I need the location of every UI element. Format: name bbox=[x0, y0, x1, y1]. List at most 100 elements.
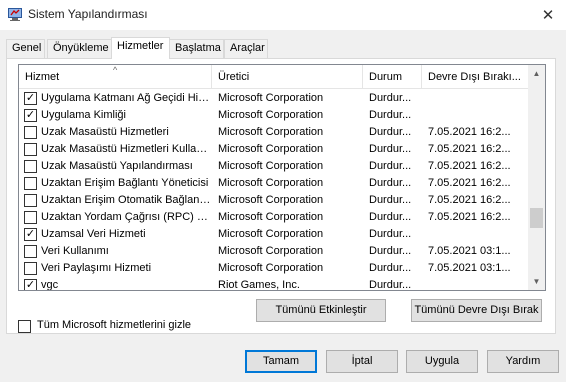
service-checkbox[interactable] bbox=[24, 143, 37, 156]
service-checkbox[interactable]: ✓ bbox=[24, 279, 37, 290]
close-button[interactable]: ✕ bbox=[530, 0, 566, 30]
disabled-date-cell: 7.05.2021 16:2... bbox=[428, 177, 511, 189]
table-row[interactable]: Uzaktan Erişim Bağlantı Yöneticisi Micros… bbox=[19, 175, 530, 192]
scroll-up-icon[interactable]: ▲ bbox=[528, 65, 545, 82]
dialog-body: Genel Önyükleme Hizmetler Başlatma Araçl… bbox=[0, 30, 566, 382]
service-name-cell: Uygulama Katmanı Ağ Geçidi Hiz... bbox=[41, 92, 211, 104]
column-header-service[interactable]: ^ Hizmet bbox=[19, 65, 212, 89]
manufacturer-cell: Microsoft Corporation bbox=[218, 143, 324, 155]
status-cell: Durdur... bbox=[369, 279, 412, 291]
service-checkbox[interactable] bbox=[24, 160, 37, 173]
table-row[interactable]: ✓ Uygulama Kimliği Microsoft Corporation Du… bbox=[19, 107, 530, 124]
enable-all-button[interactable]: Tümünü Etkinleştir bbox=[256, 299, 386, 322]
hide-microsoft-checkbox[interactable] bbox=[18, 320, 31, 333]
manufacturer-cell: Microsoft Corporation bbox=[218, 262, 324, 274]
service-checkbox[interactable]: ✓ bbox=[24, 228, 37, 241]
disabled-date-cell: 7.05.2021 16:2... bbox=[428, 194, 511, 206]
disable-all-button[interactable]: Tümünü Devre Dışı Bırak bbox=[411, 299, 542, 322]
table-row[interactable]: ✓ vgc Riot Games, Inc. Durdur... bbox=[19, 277, 530, 291]
status-cell: Durdur... bbox=[369, 262, 412, 274]
manufacturer-cell: Microsoft Corporation bbox=[218, 194, 324, 206]
services-panel: ^ Hizmet Üretici Durum Devre Dışı Bırakı… bbox=[6, 58, 556, 334]
ok-button[interactable]: Tamam bbox=[245, 350, 317, 373]
table-row[interactable]: ✓ Uygulama Katmanı Ağ Geçidi Hiz... Micros… bbox=[19, 90, 530, 107]
table-row[interactable]: Veri Paylaşımı Hizmeti Microsoft Corporat… bbox=[19, 260, 530, 277]
status-cell: Durdur... bbox=[369, 143, 412, 155]
sort-ascending-icon: ^ bbox=[113, 65, 118, 75]
disabled-date-cell: 7.05.2021 03:1... bbox=[428, 262, 511, 274]
status-cell: Durdur... bbox=[369, 109, 412, 121]
manufacturer-cell: Microsoft Corporation bbox=[218, 126, 324, 138]
service-name-cell: Uzak Masaüstü Hizmetleri Kullanı... bbox=[41, 143, 211, 155]
status-cell: Durdur... bbox=[369, 211, 412, 223]
table-row[interactable]: Veri Kullanımı Microsoft Corporation Durdu… bbox=[19, 243, 530, 260]
service-name-cell: Uzaktan Erişim Bağlantı Yöneticisi bbox=[41, 177, 209, 189]
disabled-date-cell: 7.05.2021 16:2... bbox=[428, 211, 511, 223]
service-checkbox[interactable] bbox=[24, 177, 37, 190]
manufacturer-cell: Microsoft Corporation bbox=[218, 109, 324, 121]
status-cell: Durdur... bbox=[369, 228, 412, 240]
column-header-disabled-date[interactable]: Devre Dışı Bırakı... bbox=[422, 65, 530, 89]
table-row[interactable]: Uzak Masaüstü Yapılandırması Microsoft Co… bbox=[19, 158, 530, 175]
status-cell: Durdur... bbox=[369, 160, 412, 172]
msconfig-icon bbox=[7, 6, 23, 22]
cancel-button[interactable]: İptal bbox=[326, 350, 398, 373]
table-row[interactable]: ✓ Uzamsal Veri Hizmeti Microsoft Corporati… bbox=[19, 226, 530, 243]
service-checkbox[interactable]: ✓ bbox=[24, 109, 37, 122]
service-name-cell: Uzak Masaüstü Yapılandırması bbox=[41, 160, 193, 172]
service-name-cell: Uzak Masaüstü Hizmetleri bbox=[41, 126, 169, 138]
column-header-manufacturer[interactable]: Üretici bbox=[212, 65, 363, 89]
table-row[interactable]: Uzak Masaüstü Hizmetleri Kullanı... Micro… bbox=[19, 141, 530, 158]
table-row[interactable]: Uzaktan Yordam Çağrısı (RPC) K... Microso… bbox=[19, 209, 530, 226]
service-checkbox[interactable] bbox=[24, 194, 37, 207]
manufacturer-cell: Microsoft Corporation bbox=[218, 228, 324, 240]
disabled-date-cell bbox=[428, 107, 528, 124]
service-checkbox[interactable] bbox=[24, 211, 37, 224]
service-name-cell: Veri Paylaşımı Hizmeti bbox=[41, 262, 152, 274]
manufacturer-cell: Microsoft Corporation bbox=[218, 177, 324, 189]
tab-genel[interactable]: Genel bbox=[6, 39, 45, 58]
service-name-cell: Uygulama Kimliği bbox=[41, 109, 126, 121]
scroll-down-icon[interactable]: ▼ bbox=[528, 273, 545, 290]
column-header-status[interactable]: Durum bbox=[363, 65, 422, 89]
tab-araclar[interactable]: Araçlar bbox=[224, 39, 268, 58]
service-name-cell: Uzaktan Erişim Otomatik Bağlantı... bbox=[41, 194, 211, 206]
disabled-date-cell: 7.05.2021 16:2... bbox=[428, 143, 511, 155]
manufacturer-cell: Microsoft Corporation bbox=[218, 245, 324, 257]
status-cell: Durdur... bbox=[369, 177, 412, 189]
status-cell: Durdur... bbox=[369, 194, 412, 206]
service-checkbox[interactable] bbox=[24, 262, 37, 275]
vertical-scrollbar[interactable]: ▲ ▼ bbox=[528, 65, 545, 290]
help-button[interactable]: Yardım bbox=[487, 350, 559, 373]
tab-onyukleme[interactable]: Önyükleme bbox=[47, 39, 112, 58]
manufacturer-cell: Riot Games, Inc. bbox=[218, 279, 300, 291]
service-checkbox[interactable] bbox=[24, 245, 37, 258]
title-bar: Sistem Yapılandırması ✕ bbox=[0, 0, 566, 30]
tab-hizmetler[interactable]: Hizmetler bbox=[111, 37, 170, 59]
disabled-date-cell bbox=[428, 277, 528, 290]
tab-baslatma[interactable]: Başlatma bbox=[169, 39, 224, 58]
service-checkbox[interactable] bbox=[24, 126, 37, 139]
table-row[interactable]: Uzaktan Erişim Otomatik Bağlantı... Micro… bbox=[19, 192, 530, 209]
services-rows: ✓ Uygulama Katmanı Ağ Geçidi Hiz... Micros… bbox=[19, 90, 530, 291]
service-name-cell: Uzamsal Veri Hizmeti bbox=[41, 228, 146, 240]
manufacturer-cell: Microsoft Corporation bbox=[218, 92, 324, 104]
service-name-cell: vgc bbox=[41, 279, 59, 291]
services-list[interactable]: ^ Hizmet Üretici Durum Devre Dışı Bırakı… bbox=[18, 64, 546, 291]
manufacturer-cell: Microsoft Corporation bbox=[218, 211, 324, 223]
disabled-date-cell: 7.05.2021 03:1... bbox=[428, 245, 511, 257]
disabled-date-cell bbox=[428, 90, 528, 107]
scroll-thumb[interactable] bbox=[530, 208, 543, 228]
status-cell: Durdur... bbox=[369, 126, 412, 138]
status-cell: Durdur... bbox=[369, 92, 412, 104]
service-checkbox[interactable]: ✓ bbox=[24, 92, 37, 105]
window-title: Sistem Yapılandırması bbox=[28, 7, 148, 21]
disabled-date-cell: 7.05.2021 16:2... bbox=[428, 160, 511, 172]
status-cell: Durdur... bbox=[369, 245, 412, 257]
service-name-cell: Uzaktan Yordam Çağrısı (RPC) K... bbox=[41, 211, 211, 223]
apply-button[interactable]: Uygula bbox=[406, 350, 478, 373]
close-icon: ✕ bbox=[541, 7, 555, 24]
disabled-date-cell bbox=[428, 226, 528, 243]
table-row[interactable]: Uzak Masaüstü Hizmetleri Microsoft Corpor… bbox=[19, 124, 530, 141]
hide-microsoft-label: Tüm Microsoft hizmetlerini gizle bbox=[37, 319, 192, 331]
